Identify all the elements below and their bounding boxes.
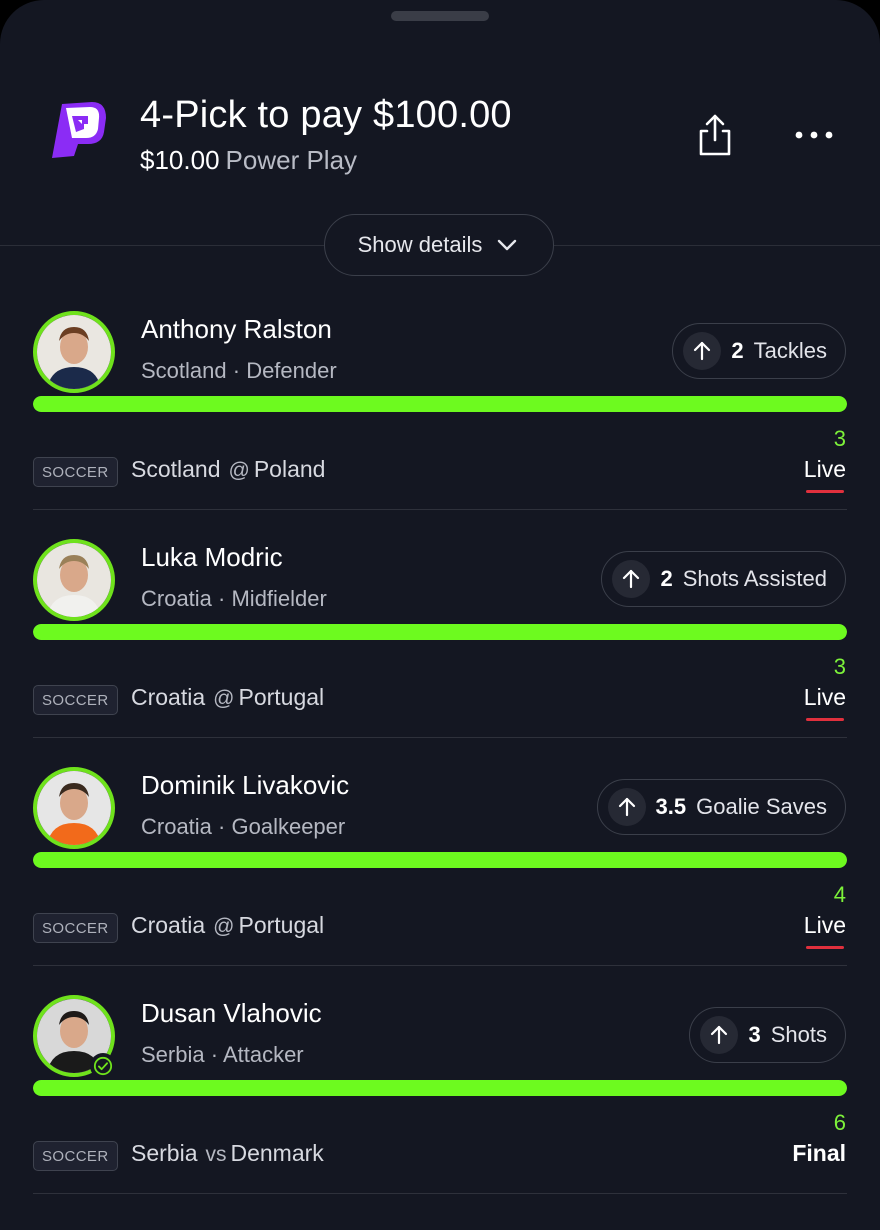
away-team: Denmark [230,1140,324,1166]
player-team: Croatia [141,814,212,839]
stat-line-pill[interactable]: 3.5 Goalie Saves [596,779,846,835]
chevron-down-icon [498,239,517,251]
entry-amount: $10.00 [140,145,220,175]
game-status: Live [803,912,846,949]
row-divider [33,737,847,738]
pick-row[interactable]: Dusan Vlahovic Serbia · Attacker 3 Shots… [0,984,880,1212]
stat-line-value: 3 [748,1022,761,1047]
match-info: Scotland @ Poland [131,456,325,483]
home-team: Croatia [131,912,206,938]
check-circle-icon [90,1053,116,1079]
sport-badge: SOCCER [33,457,118,487]
progress-bar [33,1080,847,1096]
stat-line-value: 3.5 [655,794,687,819]
current-stat-value: 3 [833,426,846,451]
player-name: Dominik Livakovic [141,770,350,800]
slip-subtitle: $10.00 Power Play [140,145,357,176]
sport-badge: SOCCER [33,913,118,943]
show-details-label: Show details [357,232,483,257]
player-position: Goalkeeper [231,814,346,839]
progress-fill [33,1080,847,1096]
arrow-up-icon [683,332,722,370]
stat-type: Tackles [753,338,827,363]
stat-type: Goalie Saves [696,794,827,819]
player-position: Midfielder [231,586,327,611]
player-avatar[interactable] [33,767,115,849]
progress-fill [33,624,847,640]
player-name: Luka Modric [141,542,283,572]
stat-line-pill[interactable]: 2 Shots Assisted [601,551,846,607]
home-team: Serbia [131,1140,198,1166]
stat-line-pill[interactable]: 3 Shots [689,1007,846,1063]
current-stat-value: 3 [833,654,846,679]
game-status: Live [803,684,846,721]
pick-row[interactable]: Dominik Livakovic Croatia · Goalkeeper 3… [0,756,880,984]
player-team-position: Croatia · Goalkeeper [141,814,345,840]
away-team: Poland [253,456,326,482]
slip-title: 4-Pick to pay $100.00 [140,94,512,136]
player-team-position: Croatia · Midfielder [141,586,327,612]
game-status: Live [803,456,846,493]
progress-bar [33,396,847,412]
arrow-up-icon [700,1016,739,1054]
match-info: Serbia vs Denmark [131,1140,324,1167]
stat-line-pill[interactable]: 2 Tackles [672,323,846,379]
player-position: Attacker [222,1042,304,1067]
prizepicks-logo-icon [48,98,110,160]
arrow-up-icon [607,788,646,826]
pick-row[interactable]: Anthony Ralston Scotland · Defender 2 Ta… [0,300,880,528]
away-team: Portugal [238,912,325,938]
share-icon[interactable] [692,112,738,158]
meta-separator: · [211,814,232,839]
stat-type: Shots Assisted [682,566,827,591]
player-avatar[interactable] [33,539,115,621]
match-separator: @ [213,687,235,710]
match-info: Croatia @ Portugal [131,684,324,711]
away-team: Portugal [238,684,325,710]
match-separator: vs [205,1143,227,1166]
match-info: Croatia @ Portugal [131,912,324,939]
home-team: Scotland [131,456,221,482]
player-team: Serbia [141,1042,205,1067]
progress-fill [33,396,847,412]
show-details-button[interactable]: Show details [324,214,554,276]
meta-separator: · [226,358,247,383]
stat-line-value: 2 [731,338,744,363]
meta-separator: · [211,586,232,611]
player-avatar[interactable] [33,311,115,393]
row-divider [33,965,847,966]
current-stat-value: 6 [833,1110,846,1135]
progress-fill [33,852,847,868]
player-team-position: Scotland · Defender [141,358,337,384]
match-separator: @ [228,459,250,482]
player-team: Croatia [141,586,212,611]
player-position: Defender [246,358,337,383]
more-options-icon[interactable] [792,118,836,152]
home-team: Croatia [131,684,206,710]
meta-separator: · [204,1042,223,1067]
progress-bar [33,852,847,868]
player-name: Anthony Ralston [141,314,332,344]
row-divider [33,509,847,510]
pick-sheet: 4-Pick to pay $100.00 $10.00 Power Play S… [0,0,880,1230]
game-status: Final [792,1140,846,1166]
row-divider [33,1193,847,1194]
play-type: Power Play [225,145,358,175]
progress-bar [33,624,847,640]
stat-type: Shots [770,1022,827,1047]
current-stat-value: 4 [833,882,846,907]
sport-badge: SOCCER [33,1141,118,1171]
player-team-position: Serbia · Attacker [141,1042,304,1068]
sport-badge: SOCCER [33,685,118,715]
stat-line-value: 2 [660,566,673,591]
sheet-grabber[interactable] [391,11,489,21]
player-name: Dusan Vlahovic [141,998,322,1028]
player-team: Scotland [141,358,227,383]
arrow-up-icon [612,560,651,598]
pick-row[interactable]: Luka Modric Croatia · Midfielder 2 Shots… [0,528,880,756]
match-separator: @ [213,915,235,938]
